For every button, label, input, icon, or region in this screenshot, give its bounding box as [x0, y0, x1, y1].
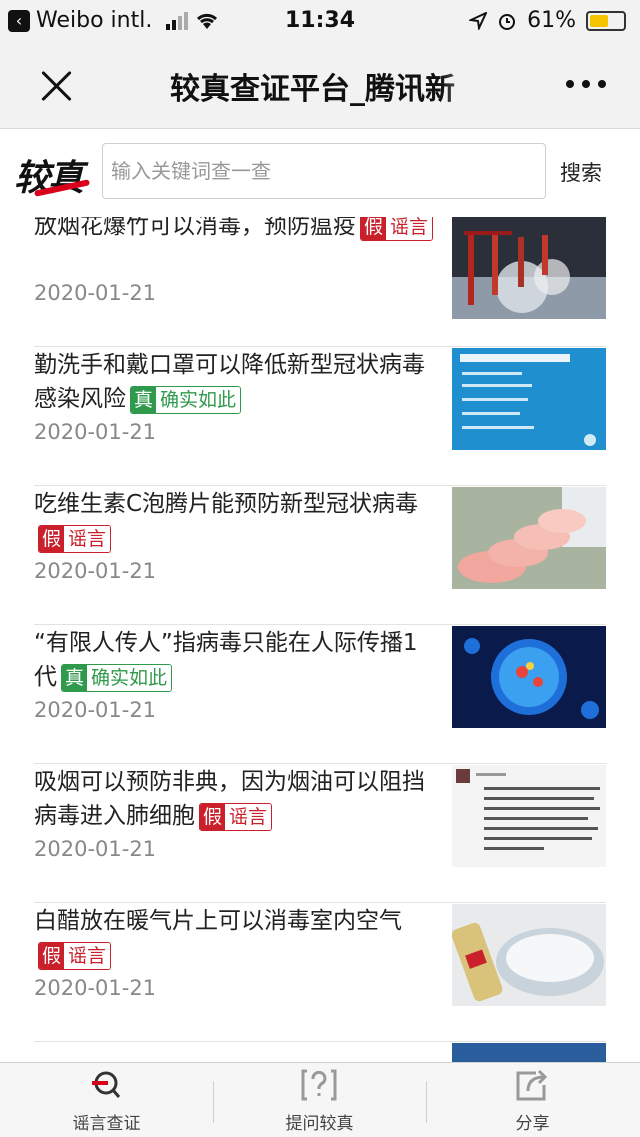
list-item[interactable]: 勤洗手和戴口罩可以降低新型冠状病毒感染风险真确实如此 2020-01-21 [34, 348, 606, 486]
article-thumbnail [452, 217, 606, 319]
list-item-partial[interactable] [34, 1043, 606, 1062]
tab-label: 分享 [515, 1114, 550, 1134]
article-date: 2020-01-21 [34, 698, 157, 722]
magnifier-icon [92, 1071, 121, 1098]
article-date: 2020-01-21 [34, 976, 157, 1000]
list-item[interactable]: 放烟花爆竹可以消毒，预防瘟疫假谣言 2020-01-21 [34, 217, 606, 347]
tab-rumor-check[interactable]: 谣言查证 [0, 1063, 213, 1137]
tab-share[interactable]: 分享 [426, 1063, 639, 1137]
article-title: 放烟花爆竹可以消毒，预防瘟疫假谣言 [34, 217, 436, 243]
article-date: 2020-01-21 [34, 281, 157, 305]
article-title: 吃维生素C泡腾片能预防新型冠状病毒假谣言 [34, 487, 436, 555]
list-item[interactable]: 吸烟可以预防非典，因为烟油可以阻挡病毒进入肺细胞假谣言 2020-01-21 [34, 765, 606, 903]
alarm-icon [499, 13, 516, 30]
location-icon [469, 11, 488, 30]
article-thumbnail [452, 904, 606, 1006]
verdict-badge: 真确实如此 [61, 663, 173, 692]
bottom-tab-bar: 谣言查证 提问较真 分享 [0, 1062, 640, 1137]
nav-bar: 较真查证平台_腾讯新 [0, 40, 640, 129]
jiaozhen-logo: 较真 [14, 149, 91, 201]
verdict-badge: 真确实如此 [130, 385, 242, 414]
battery-percent: 61% [527, 8, 576, 33]
verdict-badge: 假谣言 [38, 524, 112, 553]
search-button[interactable]: 搜索 [560, 157, 602, 187]
article-title: 勤洗手和戴口罩可以降低新型冠状病毒感染风险真确实如此 [34, 352, 425, 414]
article-title: 吸烟可以预防非典，因为烟油可以阻挡病毒进入肺细胞假谣言 [34, 769, 425, 831]
battery-icon [586, 10, 626, 31]
status-bar: ‹ Weibo intl. 11:34 61% [0, 0, 640, 40]
list-item[interactable]: 吃维生素C泡腾片能预防新型冠状病毒假谣言 2020-01-21 [34, 487, 606, 625]
article-thumbnail [452, 626, 606, 728]
tab-label: 提问较真 [285, 1114, 354, 1134]
page-title: 较真查证平台_腾讯新 [170, 72, 455, 107]
list-item[interactable]: 白醋放在暖气片上可以消毒室内空气假谣言 2020-01-21 [34, 904, 606, 1042]
article-date: 2020-01-21 [34, 559, 157, 583]
article-thumbnail [452, 348, 606, 450]
tab-ask[interactable]: 提问较真 [213, 1063, 426, 1137]
more-icon[interactable] [566, 80, 606, 88]
article-thumbnail [452, 765, 606, 867]
close-icon[interactable] [36, 66, 76, 106]
article-title: 白醋放在暖气片上可以消毒室内空气假谣言 [34, 904, 436, 972]
question-box-icon [301, 1069, 337, 1101]
article-thumbnail [452, 487, 606, 589]
verdict-badge: 假谣言 [38, 941, 112, 970]
article-thumbnail [452, 1043, 606, 1062]
search-bar: 较真 搜索 [0, 129, 640, 217]
article-date: 2020-01-21 [34, 420, 157, 444]
article-date: 2020-01-21 [34, 837, 157, 861]
verdict-badge: 假谣言 [360, 217, 434, 241]
article-list: 放烟花爆竹可以消毒，预防瘟疫假谣言 2020-01-21 勤洗手和戴口罩可以降低… [0, 217, 640, 1062]
share-icon [516, 1069, 548, 1101]
list-item[interactable]: “有限人传人”指病毒只能在人际传播1代真确实如此 2020-01-21 [34, 626, 606, 764]
verdict-badge: 假谣言 [199, 802, 273, 831]
search-input[interactable] [102, 143, 546, 199]
article-title: “有限人传人”指病毒只能在人际传播1代真确实如此 [34, 630, 418, 692]
tab-label: 谣言查证 [72, 1114, 141, 1134]
